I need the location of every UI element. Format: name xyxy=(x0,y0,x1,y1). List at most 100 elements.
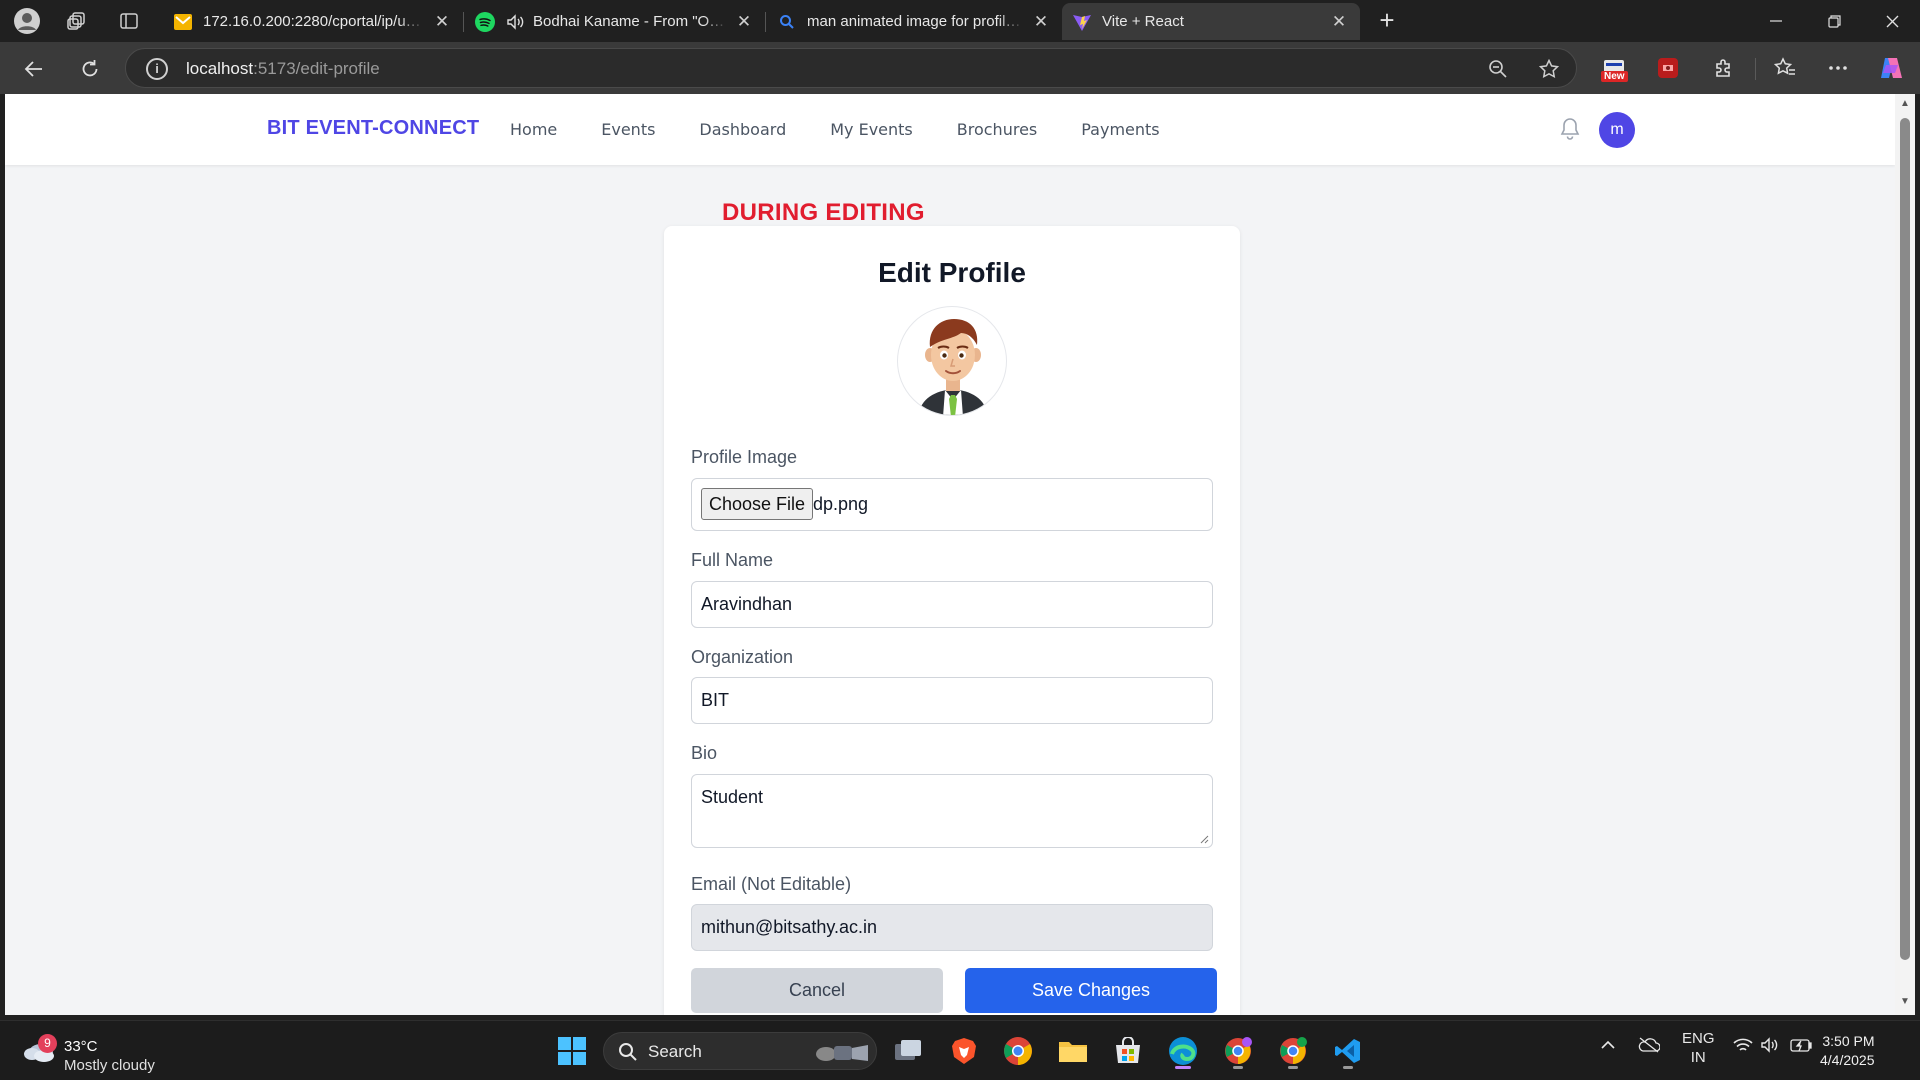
extension-new-icon[interactable]: New xyxy=(1597,51,1631,85)
page-scrollbar[interactable]: ▲ ▼ xyxy=(1895,94,1915,1015)
language-indicator[interactable]: ENG IN xyxy=(1682,1029,1715,1067)
selected-file-name: dp.png xyxy=(813,494,869,514)
nav-payments[interactable]: Payments xyxy=(1081,120,1159,139)
vscode-icon[interactable] xyxy=(1328,1031,1368,1071)
browser-tab-strip: 172.16.0.200:2280/cportal/ip/user ✕ Bodh… xyxy=(0,0,1920,42)
ublock-extension-icon[interactable] xyxy=(1651,51,1685,85)
editing-annotation: DURING EDITING xyxy=(722,199,925,226)
close-icon[interactable]: ✕ xyxy=(735,12,753,32)
organization-input[interactable]: BIT xyxy=(691,677,1213,724)
site-info-icon[interactable]: i xyxy=(146,58,168,80)
edge-icon[interactable] xyxy=(1163,1031,1203,1071)
windows-taskbar: 9 33°C Mostly cloudy Search ENG IN 3:50 … xyxy=(0,1020,1920,1080)
chrome-icon[interactable] xyxy=(998,1031,1038,1071)
resize-handle-icon[interactable] xyxy=(1199,834,1209,844)
favorite-star-icon[interactable] xyxy=(1537,57,1561,81)
clock-time: 3:50 PM xyxy=(1822,1033,1875,1049)
active-indicator xyxy=(1175,1066,1191,1069)
speaker-icon[interactable] xyxy=(505,12,525,32)
nav-home[interactable]: Home xyxy=(510,120,557,139)
tab-spotify[interactable]: Bodhai Kaname - From "Oh Manapenne" ✕ xyxy=(465,3,765,40)
weather-temp: 33°C xyxy=(64,1038,98,1055)
nav-my-events[interactable]: My Events xyxy=(830,120,913,139)
new-badge: New xyxy=(1601,71,1628,82)
file-explorer-icon[interactable] xyxy=(1053,1031,1093,1071)
onedrive-offline-icon[interactable] xyxy=(1638,1037,1661,1057)
close-icon[interactable]: ✕ xyxy=(1032,12,1050,32)
microsoft-store-icon[interactable] xyxy=(1108,1031,1148,1071)
gmail-like-icon xyxy=(173,12,193,32)
close-icon[interactable]: ✕ xyxy=(1330,12,1348,32)
task-view-icon[interactable] xyxy=(888,1031,928,1071)
nav-brochures[interactable]: Brochures xyxy=(957,120,1037,139)
show-hidden-icons-chevron-icon[interactable] xyxy=(1600,1037,1616,1054)
volume-icon[interactable] xyxy=(1761,1037,1781,1057)
choose-file-button[interactable]: Choose File xyxy=(701,488,814,520)
bio-label: Bio xyxy=(691,743,718,763)
wifi-icon[interactable] xyxy=(1733,1037,1753,1057)
weather-condition: Mostly cloudy xyxy=(64,1057,155,1074)
clock-date: 4/4/2025 xyxy=(1820,1052,1875,1068)
new-tab-button[interactable]: + xyxy=(1372,6,1402,36)
brave-browser-icon[interactable] xyxy=(944,1031,984,1071)
start-button[interactable] xyxy=(552,1031,592,1071)
nav-events[interactable]: Events xyxy=(601,120,655,139)
weather-badge: 9 xyxy=(38,1034,57,1053)
back-button[interactable] xyxy=(17,52,51,86)
address-bar[interactable]: i localhost:5173/edit-profile xyxy=(125,48,1577,88)
running-indicator xyxy=(1233,1066,1243,1069)
copilot-icon[interactable] xyxy=(1874,51,1908,85)
app-navbar: BIT EVENT-CONNECT Home Events Dashboard … xyxy=(5,94,1895,165)
page-viewport: BIT EVENT-CONNECT Home Events Dashboard … xyxy=(5,94,1895,1015)
scrollbar-thumb[interactable] xyxy=(1900,118,1910,960)
favorites-icon[interactable] xyxy=(1768,51,1802,85)
vertical-tabs-icon[interactable] xyxy=(114,6,144,36)
browser-toolbar: i localhost:5173/edit-profile New xyxy=(0,42,1920,94)
scroll-up-icon[interactable]: ▲ xyxy=(1899,98,1911,110)
zoom-icon[interactable] xyxy=(1486,57,1510,81)
battery-charging-icon[interactable] xyxy=(1790,1037,1812,1057)
email-value: mithun@bitsathy.ac.in xyxy=(701,917,878,937)
tab-title: Vite + React xyxy=(1102,13,1184,30)
search-icon xyxy=(777,12,797,32)
page-title: Edit Profile xyxy=(878,257,1026,288)
restore-button[interactable] xyxy=(1806,0,1862,42)
edit-profile-card: Edit Profile Profile Image Choose File d… xyxy=(664,226,1240,1015)
refresh-button[interactable] xyxy=(73,52,107,86)
profile-icon[interactable] xyxy=(12,6,42,36)
full-name-input[interactable]: Aravindhan xyxy=(691,581,1213,628)
full-name-label: Full Name xyxy=(691,550,774,570)
save-changes-button[interactable]: Save Changes xyxy=(965,968,1217,1013)
toolbar-separator xyxy=(1755,58,1756,80)
more-menu-icon[interactable] xyxy=(1821,51,1855,85)
user-avatar[interactable]: m xyxy=(1599,112,1635,148)
running-indicator xyxy=(1288,1066,1298,1069)
search-highlight-icon xyxy=(816,1045,868,1061)
cartoon-avatar-icon xyxy=(918,319,988,415)
profile-image-input[interactable]: Choose File dp.png xyxy=(691,478,1213,531)
notification-bell-icon[interactable] xyxy=(1557,116,1583,142)
close-window-button[interactable] xyxy=(1864,0,1920,42)
workspaces-icon[interactable] xyxy=(62,6,92,36)
chrome-profile-a-icon[interactable] xyxy=(1273,1031,1313,1071)
extensions-puzzle-icon[interactable] xyxy=(1707,51,1741,85)
cancel-button[interactable]: Cancel xyxy=(691,968,943,1013)
system-clock[interactable]: 3:50 PM 4/4/2025 xyxy=(1820,1032,1875,1070)
running-indicator xyxy=(1343,1066,1353,1069)
taskbar-search[interactable]: Search xyxy=(603,1032,877,1070)
tab-cportal[interactable]: 172.16.0.200:2280/cportal/ip/user ✕ xyxy=(163,3,463,40)
weather-widget[interactable]: 9 33°C Mostly cloudy xyxy=(22,1029,202,1074)
tab-search[interactable]: man animated image for profile picture ✕ xyxy=(767,3,1062,40)
scroll-down-icon[interactable]: ▼ xyxy=(1899,996,1911,1008)
nav-dashboard[interactable]: Dashboard xyxy=(699,120,786,139)
brand-logo[interactable]: BIT EVENT-CONNECT xyxy=(267,117,479,140)
close-icon[interactable]: ✕ xyxy=(433,12,451,32)
main-nav: Home Events Dashboard My Events Brochure… xyxy=(510,120,1204,139)
chrome-profile-icon[interactable] xyxy=(1218,1031,1258,1071)
bio-textarea[interactable]: Student xyxy=(691,774,1213,848)
region-code: IN xyxy=(1690,1049,1706,1066)
tab-vite-react[interactable]: Vite + React ✕ xyxy=(1062,3,1360,40)
minimize-button[interactable] xyxy=(1748,0,1804,42)
search-label: Search xyxy=(648,1042,702,1061)
url-text[interactable]: localhost:5173/edit-profile xyxy=(186,59,380,79)
